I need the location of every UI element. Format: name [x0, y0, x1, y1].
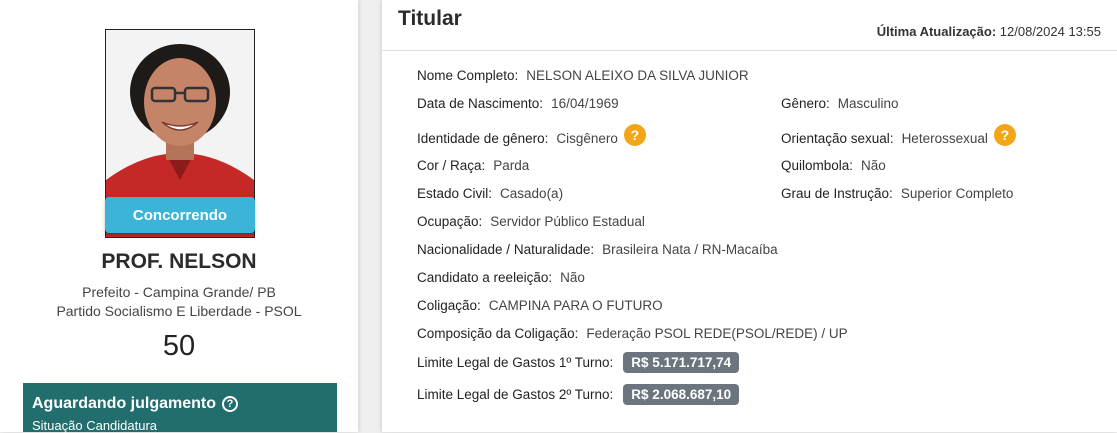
field-value: Não — [861, 158, 886, 173]
situation-title: Aguardando julgamento ? — [32, 395, 238, 413]
candidate-name: PROF. NELSON — [101, 250, 257, 273]
sexual-orientation-help-icon[interactable]: ? — [993, 124, 1016, 146]
last-update-value: 12/08/2024 13:55 — [999, 24, 1101, 39]
field-gender-identity: Identidade de gênero: Cisgênero ? — [417, 124, 646, 146]
field-quilombola: Quilombola: Não — [781, 158, 886, 173]
field-label: Limite Legal de Gastos 1º Turno: — [417, 355, 614, 370]
field-race: Cor / Raça: Parda — [417, 158, 529, 173]
field-label: Orientação sexual: — [781, 130, 894, 146]
situation-title-text: Aguardando julgamento — [32, 395, 216, 412]
candidate-details-panel: Titular Última Atualização: 12/08/2024 1… — [382, 0, 1117, 432]
field-education: Grau de Instrução: Superior Completo — [781, 186, 1013, 201]
field-label: Candidato a reeleição: — [417, 270, 553, 285]
field-coalition: Coligação: CAMPINA PARA O FUTURO — [417, 298, 663, 313]
field-coalition-composition: Composição da Coligação: Federação PSOL … — [417, 326, 848, 341]
candidate-number: 50 — [162, 330, 196, 362]
header-divider — [382, 50, 1117, 51]
field-value: CAMPINA PARA O FUTURO — [488, 298, 663, 313]
field-value: Cisgênero — [556, 130, 618, 146]
field-full-name: Nome Completo: NELSON ALEIXO DA SILVA JU… — [417, 68, 749, 83]
field-value: Brasileira Nata / RN-Macaíba — [602, 242, 778, 257]
field-value: Parda — [493, 158, 530, 173]
field-label: Nome Completo: — [417, 68, 519, 83]
field-value: Masculino — [837, 96, 899, 111]
candidate-office: Prefeito - Campina Grande/ PB — [82, 284, 276, 300]
field-label: Grau de Instrução: — [781, 186, 893, 201]
field-value: Federação PSOL REDE(PSOL/REDE) / UP — [586, 326, 848, 341]
field-label: Cor / Raça: — [417, 158, 486, 173]
field-label: Limite Legal de Gastos 2º Turno: — [417, 387, 614, 402]
field-occupation: Ocupação: Servidor Público Estadual — [417, 214, 645, 229]
field-spending-limit-1: Limite Legal de Gastos 1º Turno: R$ 5.17… — [417, 352, 740, 373]
field-nationality: Nacionalidade / Naturalidade: Brasileira… — [417, 242, 778, 257]
field-value: Heterossexual — [901, 130, 988, 146]
field-label: Coligação: — [417, 298, 481, 313]
candidate-party: Partido Socialismo E Liberdade - PSOL — [56, 303, 302, 319]
situation-help-icon[interactable]: ? — [222, 396, 238, 412]
field-label: Quilombola: — [781, 158, 854, 173]
field-label: Nacionalidade / Naturalidade: — [417, 242, 595, 257]
candidacy-situation-box: Aguardando julgamento ? Situação Candida… — [23, 383, 337, 433]
candidacy-status-ribbon: Concorrendo — [105, 197, 255, 233]
section-title: Titular — [398, 7, 462, 30]
field-marital-status: Estado Civil: Casado(a) — [417, 186, 563, 201]
field-spending-limit-2: Limite Legal de Gastos 2º Turno: R$ 2.06… — [417, 384, 740, 405]
field-reelection: Candidato a reeleição: Não — [417, 270, 585, 285]
last-update: Última Atualização: 12/08/2024 13:55 — [877, 24, 1101, 39]
field-value: Servidor Público Estadual — [490, 214, 645, 229]
field-label: Gênero: — [781, 96, 830, 111]
situation-subtitle: Situação Candidatura — [32, 418, 158, 433]
field-sexual-orientation: Orientação sexual: Heterossexual ? — [781, 124, 1016, 146]
field-value: Casado(a) — [500, 186, 564, 201]
field-value: Superior Completo — [900, 186, 1014, 201]
candidate-card: Concorrendo PROF. NELSON Prefeito - Camp… — [0, 0, 358, 433]
last-update-label: Última Atualização: — [876, 24, 997, 39]
field-value: NELSON ALEIXO DA SILVA JUNIOR — [526, 68, 749, 83]
gender-identity-help-icon[interactable]: ? — [623, 124, 646, 146]
field-label: Estado Civil: — [417, 186, 493, 201]
spending-limit-1-badge: R$ 5.171.717,74 — [623, 352, 740, 373]
field-value: Não — [560, 270, 585, 285]
field-birth-date: Data de Nascimento: 16/04/1969 — [417, 96, 619, 111]
spending-limit-2-badge: R$ 2.068.687,10 — [623, 384, 740, 405]
field-label: Ocupação: — [417, 214, 483, 229]
field-label: Data de Nascimento: — [417, 96, 544, 111]
field-gender: Gênero: Masculino — [781, 96, 899, 111]
field-label: Composição da Coligação: — [417, 326, 579, 341]
field-label: Identidade de gênero: — [417, 130, 549, 146]
field-value: 16/04/1969 — [551, 96, 619, 111]
